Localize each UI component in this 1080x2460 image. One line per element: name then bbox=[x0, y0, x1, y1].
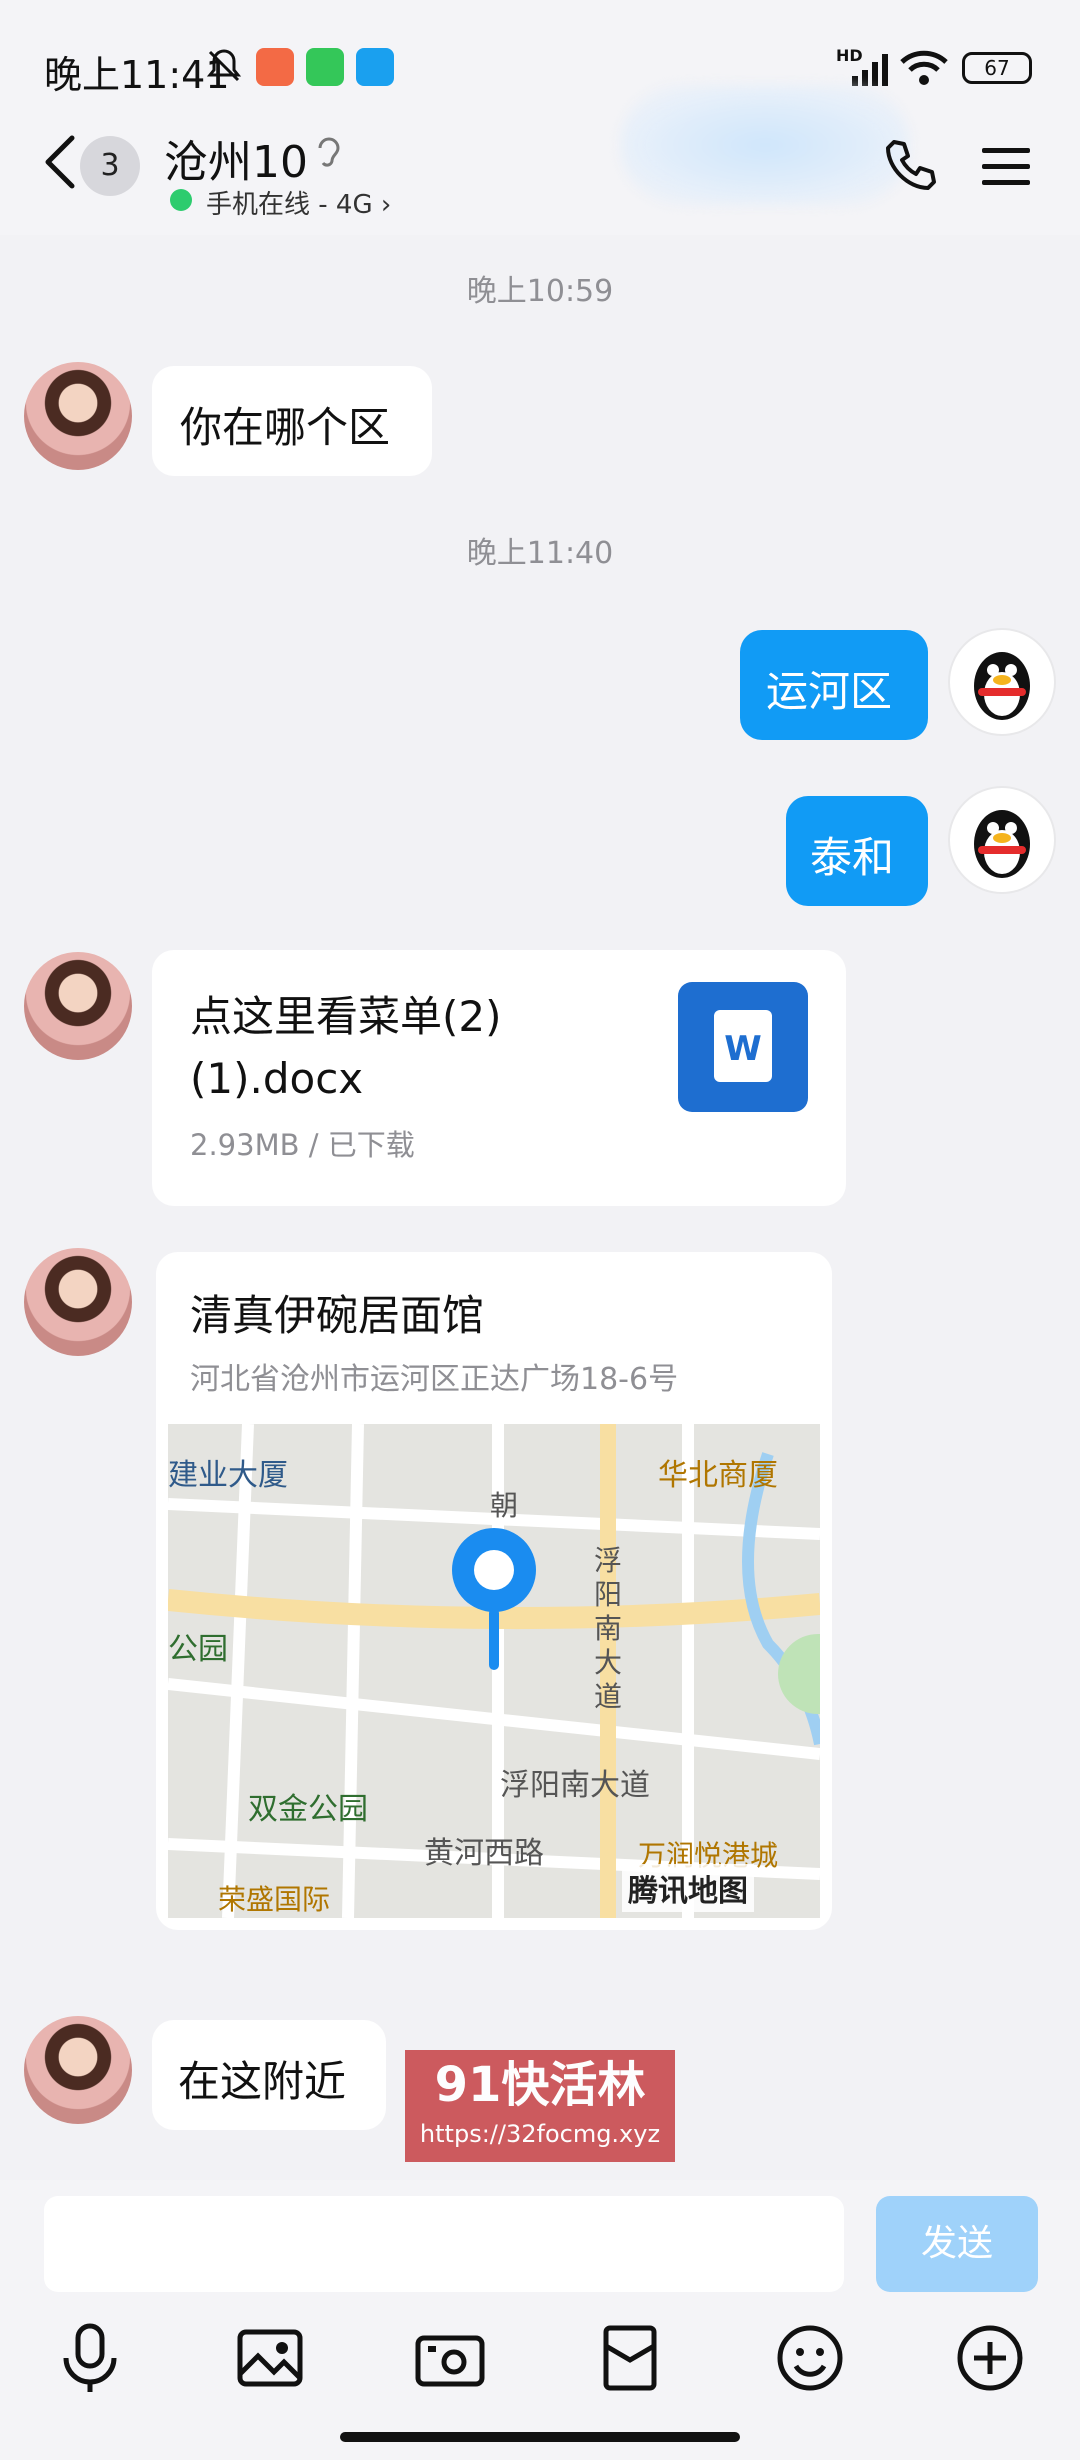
status-time: 晚上11:41 bbox=[44, 53, 230, 97]
map-label: 华北商厦 bbox=[658, 1458, 778, 1493]
online-status[interactable]: 手机在线 - 4G › bbox=[206, 184, 391, 221]
watermark-title: 91快活林 bbox=[434, 2057, 646, 2113]
self-avatar[interactable] bbox=[948, 628, 1056, 736]
phone-icon[interactable] bbox=[880, 136, 940, 196]
message-input[interactable] bbox=[44, 2196, 844, 2292]
bell-muted-icon bbox=[206, 49, 242, 82]
microphone-icon[interactable] bbox=[50, 2318, 130, 2398]
message-text: 在这附近 bbox=[178, 2057, 347, 2106]
self-avatar[interactable] bbox=[948, 786, 1056, 894]
map-label: 公园 bbox=[168, 1632, 228, 1667]
message-text: 你在哪个区 bbox=[180, 403, 391, 452]
map-brand: 腾讯地图 bbox=[622, 1864, 754, 1912]
contact-avatar[interactable] bbox=[24, 362, 132, 470]
timestamp: 晚上10:59 bbox=[466, 274, 614, 309]
map-label: 双金公园 bbox=[248, 1792, 368, 1827]
location-name: 清真伊碗居面馆 bbox=[190, 1291, 485, 1340]
map-label: 黄河西路 bbox=[424, 1836, 544, 1871]
file-name-line2: (1).docx bbox=[190, 1054, 364, 1103]
file-card[interactable]: 点这里看菜单(2) (1).docx 2.93MB / 已下载 W bbox=[152, 950, 846, 1206]
menu-icon[interactable] bbox=[980, 144, 1032, 188]
home-indicator[interactable] bbox=[340, 2432, 740, 2442]
map-label: 浮阳南大道 bbox=[500, 1768, 650, 1803]
unread-count-badge[interactable]: 3 bbox=[80, 136, 140, 196]
qq-penguin-icon bbox=[974, 652, 1030, 720]
message-text: 运河区 bbox=[766, 667, 893, 716]
wechat-icon bbox=[306, 48, 344, 86]
location-address: 河北省沧州市运河区正达广场18-6号 bbox=[190, 1362, 679, 1397]
timestamp: 晚上11:40 bbox=[466, 536, 614, 571]
file-name-line1: 点这里看菜单(2) bbox=[190, 992, 502, 1041]
battery-icon: 67 bbox=[962, 52, 1032, 84]
word-doc-icon: W bbox=[678, 982, 808, 1112]
map-pin-icon bbox=[452, 1528, 536, 1670]
ear-icon[interactable] bbox=[312, 132, 346, 172]
wifi-icon bbox=[900, 50, 948, 85]
signal-icon bbox=[852, 54, 888, 86]
file-name: 点这里看菜单(2) (1).docx bbox=[190, 986, 502, 1110]
map-label: 朝 bbox=[490, 1489, 519, 1522]
watermark-overlay: 91快活林 https://32focmg.xyz bbox=[405, 2050, 675, 2162]
upload-icon bbox=[356, 48, 394, 86]
contact-avatar[interactable] bbox=[24, 1248, 132, 1356]
message-text: 泰和 bbox=[810, 833, 895, 882]
battery-level: 67 bbox=[984, 56, 1010, 80]
message-bubble[interactable]: 在这附近 bbox=[152, 2020, 386, 2130]
map-label: 荣盛国际 bbox=[218, 1883, 331, 1916]
message-bubble[interactable]: 你在哪个区 bbox=[152, 366, 432, 476]
contact-avatar[interactable] bbox=[24, 952, 132, 1060]
camera-icon[interactable] bbox=[410, 2318, 490, 2398]
map-preview[interactable]: 建业大厦 华北商厦 朝 浮阳南大道 公园 双金公园 浮阳南大道 黄河西路 万润悦… bbox=[168, 1424, 820, 1918]
back-arrow-icon[interactable] bbox=[38, 132, 82, 192]
map-label: 建业大厦 bbox=[168, 1458, 288, 1493]
watermark-url: https://32focmg.xyz bbox=[419, 2120, 661, 2148]
emoji-icon[interactable] bbox=[770, 2318, 850, 2398]
file-meta: 2.93MB / 已下载 bbox=[190, 1128, 415, 1162]
red-packet-icon[interactable] bbox=[590, 2318, 670, 2398]
image-icon[interactable] bbox=[230, 2318, 310, 2398]
app-notification-icon bbox=[256, 48, 294, 86]
blurred-region bbox=[620, 85, 910, 205]
chevron-right-icon: › bbox=[380, 190, 392, 220]
contact-name[interactable]: 沧州10 bbox=[164, 126, 308, 190]
word-letter: W bbox=[714, 1010, 772, 1082]
message-bubble-sent[interactable]: 泰和 bbox=[786, 796, 928, 906]
online-status-text: 手机在线 - 4G bbox=[206, 190, 373, 220]
qq-penguin-icon bbox=[974, 810, 1030, 878]
send-button[interactable]: 发送 bbox=[876, 2196, 1038, 2292]
map-label: 浮阳南大道 bbox=[594, 1544, 623, 1713]
message-bubble-sent[interactable]: 运河区 bbox=[740, 630, 928, 740]
online-dot bbox=[170, 189, 192, 211]
plus-icon[interactable] bbox=[950, 2318, 1030, 2398]
location-card[interactable]: 清真伊碗居面馆 河北省沧州市运河区正达广场18-6号 建业大厦 华北商厦 朝 浮… bbox=[156, 1252, 832, 1930]
contact-avatar[interactable] bbox=[24, 2016, 132, 2124]
